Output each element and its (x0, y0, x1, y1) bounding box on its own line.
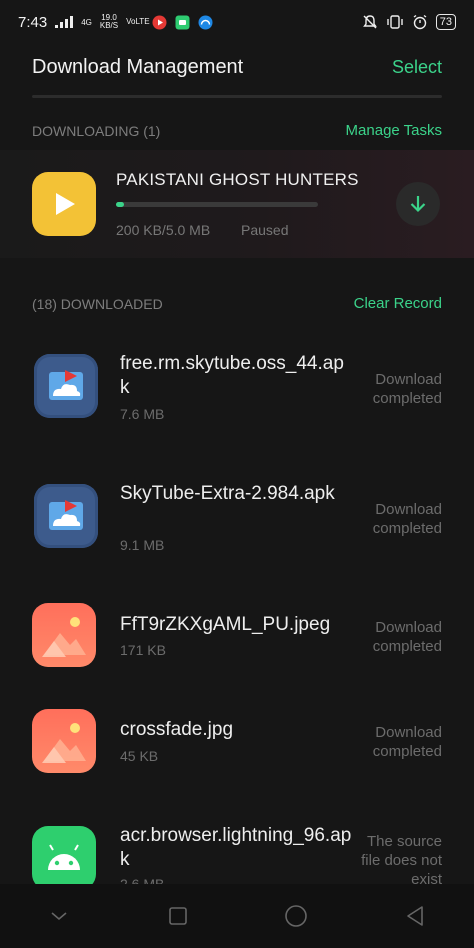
downloading-item-size: 200 KB/5.0 MB (116, 222, 211, 238)
video-play-icon (32, 172, 96, 236)
nav-recents-button[interactable] (154, 892, 202, 940)
downloading-section-header: DOWNLOADING (1) Manage Tasks (32, 122, 442, 139)
battery-indicator: 73 (435, 14, 456, 30)
skytube-app-icon (34, 484, 98, 548)
file-size: 9.1 MB (120, 537, 165, 553)
page-title: Download Management (32, 55, 244, 78)
select-button[interactable]: Select (392, 57, 442, 78)
header-divider (32, 95, 442, 98)
file-size: 7.6 MB (120, 406, 165, 422)
downloading-item-status: Paused (241, 222, 289, 238)
file-name: FfT9rZKXgAML_PU.jpeg (120, 614, 331, 635)
downloaded-section-header: (18) DOWNLOADED Clear Record (32, 295, 442, 312)
volte-indicator: VoLTE (126, 17, 150, 26)
downloaded-section-label: (18) DOWNLOADED (32, 295, 163, 312)
speedometer-app-icon (198, 15, 213, 30)
downloading-item-name: PAKISTANI GHOST HUNTERS (116, 170, 359, 189)
app-bar: Download Management Select (0, 44, 474, 90)
manage-tasks-button[interactable]: Manage Tasks (346, 122, 442, 139)
downloading-section-label: DOWNLOADING (1) (32, 122, 161, 139)
file-status: Download completed (372, 501, 442, 537)
youtube-icon (152, 15, 167, 30)
vibrate-icon (386, 14, 404, 30)
signal-4g-icon: 4G (81, 18, 92, 27)
network-type: 4G (81, 17, 92, 27)
file-size: 171 KB (120, 642, 166, 658)
speed-unit: KB/S (99, 21, 119, 30)
nav-back-button[interactable] (391, 892, 439, 940)
file-name: SkyTube-Extra-2.984.apk (120, 483, 335, 504)
network-speed: 19.0 KB/S (100, 14, 118, 30)
file-status: Download completed (372, 724, 442, 760)
square-icon (168, 907, 187, 925)
file-size: 45 KB (120, 748, 159, 764)
chevron-down-icon (51, 912, 67, 921)
system-nav-bar (0, 884, 474, 948)
nav-collapse-button[interactable] (35, 892, 83, 940)
file-status: The source file does not exist (361, 833, 442, 888)
download-progress-bar (116, 202, 318, 207)
clear-record-button[interactable]: Clear Record (354, 295, 442, 312)
skytube-app-icon (34, 354, 98, 418)
android-app-icon (32, 826, 96, 890)
download-progress-fill (116, 202, 125, 207)
clock: 7:43 (18, 13, 48, 31)
signal-icon (55, 16, 74, 28)
file-name: crossfade.jpg (120, 719, 234, 740)
nav-home-button[interactable] (272, 892, 320, 940)
resume-download-button[interactable] (396, 182, 440, 226)
file-name: acr.browser.lightning_96.apk (120, 825, 352, 870)
download-arrow-icon (410, 196, 426, 213)
file-status: Download completed (372, 371, 442, 407)
image-file-icon (32, 603, 96, 667)
chat-app-icon (175, 15, 190, 30)
image-file-icon (32, 709, 96, 773)
status-bar: 7:43 4G 19.0 KB/S VoLTE 73 (0, 0, 474, 44)
mute-icon (362, 14, 378, 30)
file-name: free.rm.skytube.oss_44.apk (120, 353, 344, 398)
alarm-icon (412, 14, 428, 30)
triangle-back-icon (406, 906, 423, 926)
file-status: Download completed (372, 619, 442, 655)
circle-icon (285, 905, 308, 927)
